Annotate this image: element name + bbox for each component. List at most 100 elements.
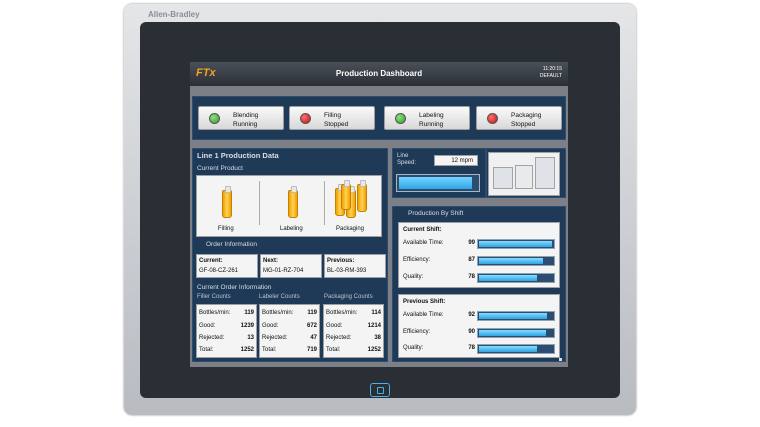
metric-value: 99 (468, 240, 475, 246)
shift-panel-title: Production By Shift (408, 210, 464, 217)
metric-key: Quality: (403, 345, 424, 351)
metric-key: Available Time: (403, 312, 444, 318)
station-name: Blending (233, 112, 259, 119)
order-current: Current: GF-08-CZ-261 (196, 254, 258, 278)
labeler-counts-title: Labeler Counts (259, 294, 300, 300)
station-button-filling[interactable]: Filling Stopped (289, 106, 375, 130)
packaging-counts-title: Packaging Counts (324, 294, 373, 300)
current-product-label: Current Product (197, 165, 243, 172)
filler-counts-box: Bottles/min: 119 Good: 1239 Rejected: 13… (196, 304, 257, 358)
stage-label: Filling (218, 226, 234, 232)
stage-label: Labeling (280, 226, 303, 232)
count-value: 119 (244, 310, 254, 316)
bottle-icon (357, 180, 367, 212)
page-title: Production Dashboard (335, 69, 423, 78)
metric-bar (477, 311, 555, 321)
stopped-indicator-icon (300, 113, 311, 124)
metric-bar (477, 273, 555, 283)
packaging-counts-box: Bottles/min: 114 Good: 1214 Rejected: 38… (323, 304, 384, 358)
count-key: Rejected: (262, 335, 288, 341)
line-speed-label: Line Speed: (397, 153, 417, 166)
count-key: Total: (262, 347, 277, 353)
order-label: Current: (199, 258, 223, 264)
clock: 11:20:15 DEFAULT (540, 66, 562, 80)
metric-value: 87 (468, 257, 475, 263)
order-info-label: Order Information (206, 241, 257, 248)
station-button-packaging[interactable]: Packaging Stopped (476, 106, 562, 130)
current-shift-box: Current Shift: Available Time: 99 Effici… (398, 222, 560, 288)
count-value: 1214 (367, 323, 381, 329)
count-key: Good: (326, 323, 343, 329)
metric-value: 90 (468, 329, 475, 335)
count-value: 114 (371, 310, 381, 316)
previous-shift-box: Previous Shift: Available Time: 92 Effic… (398, 294, 560, 358)
station-status: Stopped (511, 121, 536, 128)
count-key: Bottles/min: (199, 310, 231, 316)
station-name: Packaging (511, 112, 542, 119)
stage-label: Packaging (336, 226, 365, 232)
count-key: Rejected: (199, 335, 225, 341)
station-status: Running (233, 121, 258, 128)
station-button-blending[interactable]: Blending Running (198, 106, 284, 130)
order-next: Next: MG-01-RZ-704 (260, 254, 322, 278)
count-value: 1239 (240, 323, 254, 329)
resize-handle[interactable] (559, 358, 562, 361)
metric-bar (477, 344, 555, 354)
count-value: 119 (307, 310, 317, 316)
model-label: PanelView 5500 (514, 385, 566, 392)
station-status: Running (419, 121, 444, 128)
count-value: 1252 (240, 347, 254, 353)
station-button-labeling[interactable]: Labeling Running (384, 106, 470, 130)
controller-image-icon[interactable] (488, 152, 560, 196)
line-speed-value: 12 mpm (434, 155, 478, 166)
metric-key: Quality: (403, 274, 424, 280)
bottle-icon (222, 186, 232, 218)
metric-bar (477, 239, 555, 249)
metric-bar (477, 328, 555, 338)
header-bar: FTx Production Dashboard 11:20:15 DEFAUL… (190, 62, 568, 86)
count-value: 1252 (367, 347, 381, 353)
order-label: Next: (263, 258, 279, 264)
stopped-indicator-icon (487, 113, 498, 124)
home-button-icon[interactable] (370, 383, 390, 397)
count-key: Total: (199, 347, 214, 353)
order-value: GF-08-CZ-261 (199, 268, 239, 274)
order-value: MG-01-RZ-704 (263, 268, 304, 274)
current-shift-title: Current Shift: (403, 227, 442, 233)
order-value: BL-03-RM-393 (327, 268, 367, 274)
bottle-icon (341, 180, 351, 210)
station-status: Stopped (324, 121, 349, 128)
order-previous: Previous: BL-03-RM-393 (324, 254, 386, 278)
order-label: Previous: (327, 258, 355, 264)
metric-key: Efficiency: (403, 257, 431, 263)
running-indicator-icon (209, 113, 220, 124)
count-value: 38 (374, 335, 381, 341)
line1-title: Line 1 Production Data (197, 151, 279, 160)
count-value: 47 (310, 335, 317, 341)
clock-time: 11:20:15 (542, 66, 562, 72)
station-name: Filling (324, 112, 341, 119)
count-value: 672 (306, 323, 317, 329)
count-key: Good: (262, 323, 279, 329)
bottle-icon (288, 186, 298, 218)
station-name: Labeling (419, 112, 444, 119)
count-key: Bottles/min: (262, 310, 294, 316)
current-order-label: Current Order Information (197, 284, 272, 291)
metric-key: Efficiency: (403, 329, 431, 335)
metric-key: Available Time: (403, 240, 444, 246)
count-key: Bottles/min: (326, 310, 358, 316)
count-key: Good: (199, 323, 216, 329)
metric-bar (477, 256, 555, 266)
line-speed-bar (396, 174, 480, 192)
metric-value: 78 (468, 345, 475, 351)
running-indicator-icon (395, 113, 406, 124)
line-speed-fill (399, 177, 472, 189)
clock-profile: DEFAULT (539, 73, 562, 79)
filler-counts-title: Filler Counts (197, 294, 231, 300)
count-key: Rejected: (326, 335, 352, 341)
metric-value: 78 (468, 274, 475, 280)
previous-shift-title: Previous Shift: (403, 299, 446, 305)
count-value: 13 (247, 335, 254, 341)
metric-value: 92 (468, 312, 475, 318)
labeler-counts-box: Bottles/min: 119 Good: 672 Rejected: 47 … (259, 304, 320, 358)
